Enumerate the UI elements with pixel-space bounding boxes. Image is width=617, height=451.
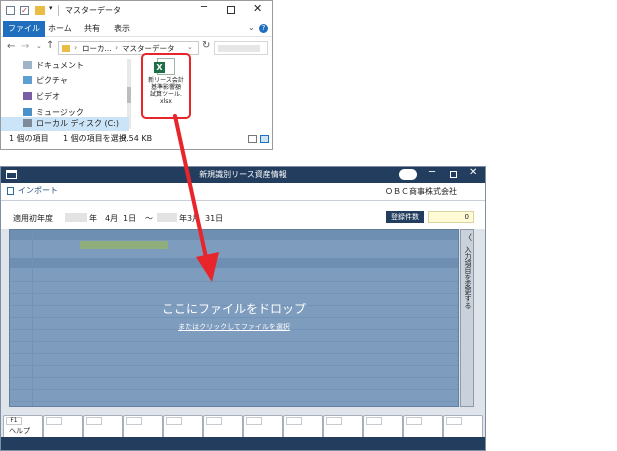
drag-arrow-icon [173,114,219,282]
